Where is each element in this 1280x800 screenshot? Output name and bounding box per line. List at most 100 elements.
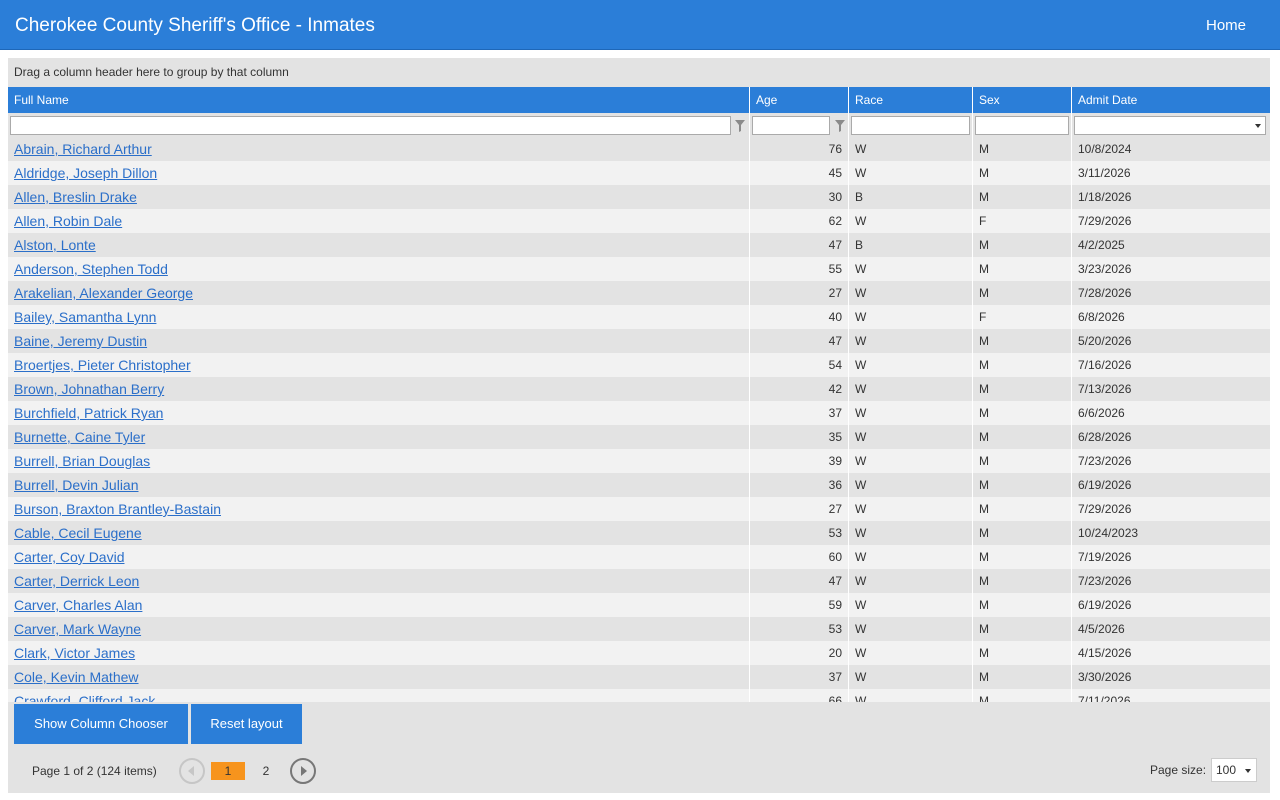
app-title: Cherokee County Sheriff's Office - Inmat… <box>15 15 375 36</box>
inmate-name-link[interactable]: Bailey, Samantha Lynn <box>14 309 156 325</box>
inmate-name-link[interactable]: Abrain, Richard Arthur <box>14 141 152 157</box>
cell-race: B <box>849 185 973 209</box>
cell-full-name: Allen, Breslin Drake <box>8 185 750 209</box>
table-row[interactable]: Burrell, Brian Douglas 39 W M 7/23/2026 <box>8 449 1270 473</box>
pager-prev-button[interactable] <box>179 758 205 784</box>
chevron-down-icon <box>1245 769 1251 773</box>
table-row[interactable]: Clark, Victor James 20 W M 4/15/2026 <box>8 641 1270 665</box>
table-row[interactable]: Abrain, Richard Arthur 76 W M 10/8/2024 <box>8 137 1270 161</box>
inmate-name-link[interactable]: Cable, Cecil Eugene <box>14 525 142 541</box>
cell-race: W <box>849 401 973 425</box>
page-button-2[interactable]: 2 <box>258 762 274 780</box>
cell-full-name: Carter, Coy David <box>8 545 750 569</box>
page-size-value: 100 <box>1216 763 1237 777</box>
table-row[interactable]: Alston, Lonte 47 B M 4/2/2025 <box>8 233 1270 257</box>
inmate-name-link[interactable]: Clark, Victor James <box>14 645 135 661</box>
cell-admit-date: 6/19/2026 <box>1078 478 1132 492</box>
table-row[interactable]: Allen, Breslin Drake 30 B M 1/18/2026 <box>8 185 1270 209</box>
filter-input-full-name[interactable] <box>10 116 731 135</box>
filter-funnel-icon[interactable] <box>735 119 745 133</box>
column-header-sex[interactable]: Sex <box>973 87 1072 113</box>
inmate-name-link[interactable]: Arakelian, Alexander George <box>14 285 193 301</box>
cell-age: 53 <box>750 617 849 641</box>
inmate-name-link[interactable]: Alston, Lonte <box>14 237 96 253</box>
cell-race: W <box>849 209 973 233</box>
filter-input-race[interactable] <box>851 116 970 135</box>
inmates-grid: Drag a column header here to group by th… <box>8 58 1270 793</box>
inmate-name-link[interactable]: Burnette, Caine Tyler <box>14 429 145 445</box>
table-row[interactable]: Brown, Johnathan Berry 42 W M 7/13/2026 <box>8 377 1270 401</box>
cell-age: 47 <box>750 233 849 257</box>
inmate-name-link[interactable]: Broertjes, Pieter Christopher <box>14 357 191 373</box>
table-row[interactable]: Carver, Mark Wayne 53 W M 4/5/2026 <box>8 617 1270 641</box>
inmate-name-link[interactable]: Aldridge, Joseph Dillon <box>14 165 157 181</box>
inmate-name-link[interactable]: Baine, Jeremy Dustin <box>14 333 147 349</box>
show-column-chooser-button[interactable]: Show Column Chooser <box>14 704 188 744</box>
inmate-name-link[interactable]: Cole, Kevin Mathew <box>14 669 139 685</box>
inmate-name-link[interactable]: Carter, Derrick Leon <box>14 573 139 589</box>
table-row[interactable]: Burrell, Devin Julian 36 W M 6/19/2026 <box>8 473 1270 497</box>
cell-age: 55 <box>750 257 849 281</box>
inmate-name-link[interactable]: Burchfield, Patrick Ryan <box>14 405 163 421</box>
cell-sex: M <box>973 689 1072 702</box>
column-header-full-name[interactable]: Full Name <box>8 87 750 113</box>
chevron-down-icon[interactable] <box>1255 124 1261 128</box>
pager-next-button[interactable] <box>290 758 316 784</box>
inmate-name-link[interactable]: Brown, Johnathan Berry <box>14 381 164 397</box>
cell-race: W <box>849 521 973 545</box>
table-row[interactable]: Carter, Derrick Leon 47 W M 7/23/2026 <box>8 569 1270 593</box>
group-panel[interactable]: Drag a column header here to group by th… <box>8 58 1270 87</box>
cell-admit-date: 4/5/2026 <box>1078 622 1125 636</box>
inmate-name-link[interactable]: Allen, Robin Dale <box>14 213 122 229</box>
cell-sex: M <box>973 137 1072 161</box>
inmate-name-link[interactable]: Burrell, Brian Douglas <box>14 453 150 469</box>
table-row[interactable]: Broertjes, Pieter Christopher 54 W M 7/16/20… <box>8 353 1270 377</box>
table-row[interactable]: Carter, Coy David 60 W M 7/19/2026 <box>8 545 1270 569</box>
column-header-race[interactable]: Race <box>849 87 973 113</box>
inmate-name-link[interactable]: Carver, Charles Alan <box>14 597 142 613</box>
page-button-1[interactable]: 1 <box>211 762 245 780</box>
cell-age: 47 <box>750 569 849 593</box>
cell-admit-date: 4/15/2026 <box>1078 646 1132 660</box>
table-row[interactable]: Burchfield, Patrick Ryan 37 W M 6/6/2026 <box>8 401 1270 425</box>
table-row[interactable]: Aldridge, Joseph Dillon 45 W M 3/11/2026 <box>8 161 1270 185</box>
nav-home-link[interactable]: Home <box>1206 17 1246 35</box>
cell-full-name: Burchfield, Patrick Ryan <box>8 401 750 425</box>
table-row[interactable]: Cable, Cecil Eugene 53 W M 10/24/2023 <box>8 521 1270 545</box>
table-row[interactable]: Burnette, Caine Tyler 35 W M 6/28/2026 <box>8 425 1270 449</box>
filter-input-age[interactable] <box>752 116 830 135</box>
cell-race: W <box>849 137 973 161</box>
table-row[interactable]: Burson, Braxton Brantley-Bastain 27 W M 7/29… <box>8 497 1270 521</box>
table-row[interactable]: Anderson, Stephen Todd 55 W M 3/23/2026 <box>8 257 1270 281</box>
column-header-age[interactable]: Age <box>750 87 849 113</box>
cell-race: W <box>849 497 973 521</box>
filter-funnel-icon[interactable] <box>835 119 845 133</box>
table-row[interactable]: Arakelian, Alexander George 27 W M 7/28/2026 <box>8 281 1270 305</box>
table-row[interactable]: Bailey, Samantha Lynn 40 W F 6/8/2026 <box>8 305 1270 329</box>
inmate-name-link[interactable]: Carter, Coy David <box>14 549 124 565</box>
inmate-name-link[interactable]: Anderson, Stephen Todd <box>14 261 168 277</box>
reset-layout-button[interactable]: Reset layout <box>191 704 302 744</box>
page-size-select[interactable]: 100 <box>1211 758 1257 782</box>
inmate-name-link[interactable]: Carver, Mark Wayne <box>14 621 141 637</box>
cell-race: W <box>849 689 973 702</box>
cell-sex: M <box>973 473 1072 497</box>
table-row[interactable]: Cole, Kevin Mathew 37 W M 3/30/2026 <box>8 665 1270 689</box>
table-row[interactable]: Allen, Robin Dale 62 W F 7/29/2026 <box>8 209 1270 233</box>
cell-admit-date: 6/19/2026 <box>1078 598 1132 612</box>
inmate-name-link[interactable]: Burrell, Devin Julian <box>14 477 139 493</box>
inmate-name-link[interactable]: Crawford, Clifford Jack <box>14 693 155 702</box>
table-row[interactable]: Carver, Charles Alan 59 W M 6/19/2026 <box>8 593 1270 617</box>
table-row[interactable]: Crawford, Clifford Jack 66 W M 7/11/2026 <box>8 689 1270 702</box>
filter-input-sex[interactable] <box>975 116 1069 135</box>
inmate-name-link[interactable]: Allen, Breslin Drake <box>14 189 137 205</box>
cell-sex: M <box>973 593 1072 617</box>
filter-input-admit-date[interactable] <box>1074 116 1266 135</box>
pager-summary: Page 1 of 2 (124 items) <box>32 764 157 778</box>
cell-age: 30 <box>750 185 849 209</box>
inmate-name-link[interactable]: Burson, Braxton Brantley-Bastain <box>14 501 221 517</box>
column-header-admit-date[interactable]: Admit Date <box>1072 87 1270 113</box>
cell-age: 76 <box>750 137 849 161</box>
table-row[interactable]: Baine, Jeremy Dustin 47 W M 5/20/2026 <box>8 329 1270 353</box>
filter-row <box>8 113 1270 138</box>
